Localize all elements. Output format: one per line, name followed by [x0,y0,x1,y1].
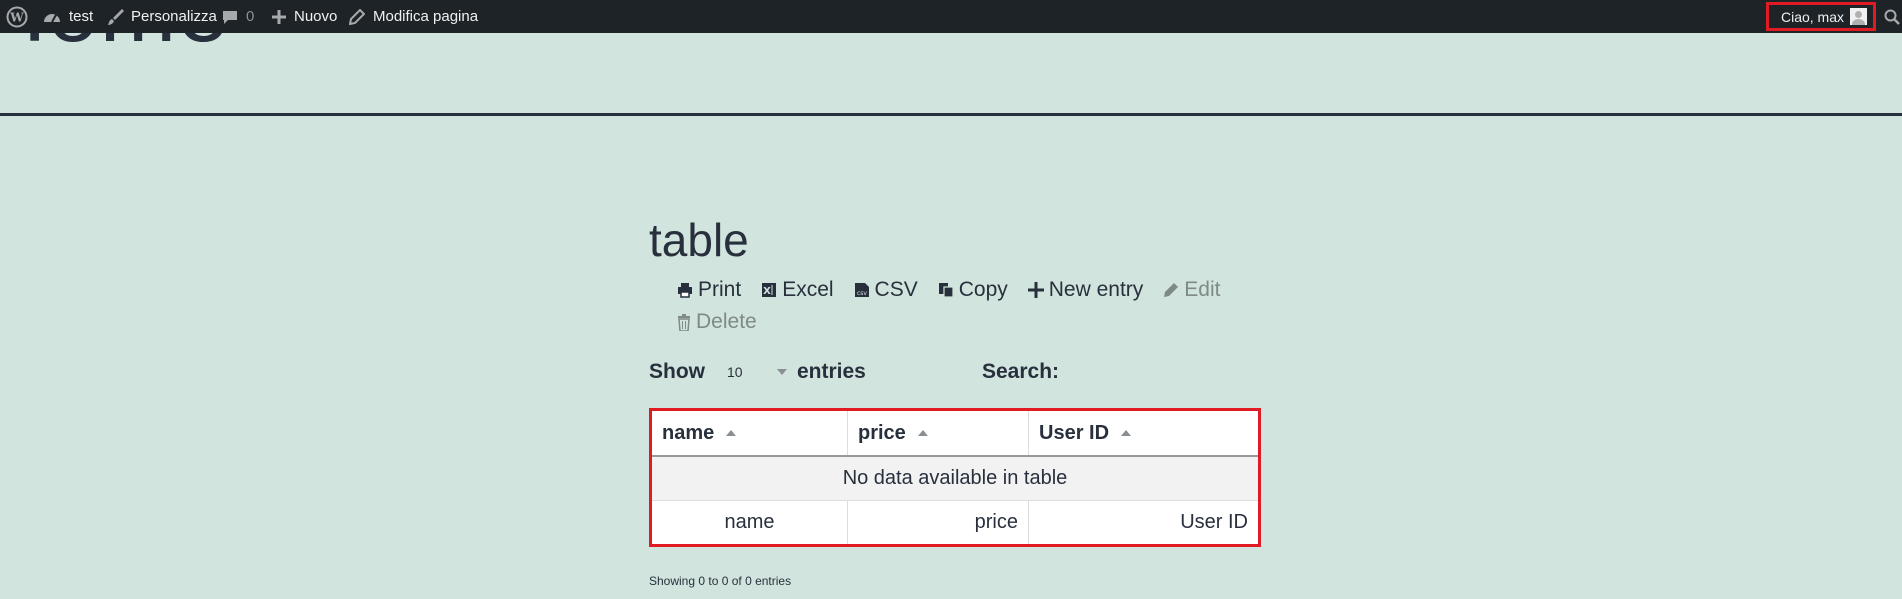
brush-icon [108,8,124,25]
table-toolbar-row-2: Delete [677,310,757,334]
plus-icon [1027,282,1044,298]
search-icon[interactable] [1884,0,1900,33]
empty-message: No data available in table [652,456,1258,501]
print-icon [678,283,692,298]
column-header-label: price [858,421,906,444]
new-entry-button[interactable]: New entry [1027,278,1144,302]
search-label: Search: [982,360,1060,383]
entries-length: Show 10 entries [649,360,866,384]
csv-icon: csv [854,283,869,297]
comment-icon [223,10,237,24]
comments-menu[interactable]: 0 [222,0,254,33]
csv-label: CSV [874,278,918,301]
column-header-user-id[interactable]: User ID [1028,411,1258,457]
table-header-row: name price User ID [652,411,1258,457]
svg-text:W: W [9,10,24,24]
avatar [1850,8,1867,25]
new-menu[interactable]: Nuovo [272,0,337,33]
greeting: Ciao, max [1780,8,1844,25]
new-label: Nuovo [294,8,338,25]
column-header-name[interactable]: name [652,411,848,457]
delete-button[interactable]: Delete [677,310,757,334]
wordpress-logo-icon[interactable]: W [6,0,28,33]
copy-button[interactable]: Copy [938,278,1008,302]
column-header-label: name [662,421,715,444]
comments-count: 0 [246,8,255,25]
entries-length-select[interactable]: 10 [727,364,787,380]
page-title: table [649,214,749,266]
table-footer-row: name price User ID [652,500,1258,544]
sort-asc-icon [1121,430,1132,437]
svg-text:X: X [763,286,771,297]
trash-icon [678,313,690,331]
print-button[interactable]: Print [677,278,741,302]
length-value: 10 [727,364,743,380]
column-header-label: User ID [1039,421,1110,444]
print-label: Print [698,278,742,301]
excel-icon: X [762,283,777,297]
customize-label: Personalizza [131,8,217,25]
footer-cell-price: price [847,500,1029,544]
dashboard-icon [44,13,60,22]
site-menu[interactable]: test [42,0,93,33]
new-entry-label: New entry [1048,278,1144,301]
excel-label: Excel [782,278,834,301]
csv-button[interactable]: csv CSV [854,278,918,302]
admin-bar: W test Personalizza 0 Nuovo Modifica pag… [0,0,1902,33]
data-table: name price User ID No data available in … [649,408,1261,547]
edit-page-menu[interactable]: Modifica pagina [349,0,478,33]
sort-asc-icon [917,430,928,437]
header-divider [0,113,1902,116]
excel-button[interactable]: X Excel [761,278,834,302]
my-account-menu[interactable]: Ciao, max [1766,2,1876,31]
footer-cell-name: name [652,500,848,544]
copy-icon [938,283,954,298]
table-toolbar: Print X Excel csv CSV Copy New entry Edi… [677,278,1220,302]
sort-asc-icon [726,430,737,437]
column-header-price[interactable]: price [847,411,1029,457]
edit-page-label: Modifica pagina [373,8,479,25]
plus-icon [272,9,286,24]
svg-text:csv: csv [857,290,867,297]
delete-label: Delete [696,310,757,333]
site-name: test [69,8,94,25]
copy-label: Copy [958,278,1008,301]
table-row: No data available in table [652,456,1258,501]
pencil-icon [349,8,365,25]
edit-label: Edit [1184,278,1221,301]
edit-button[interactable]: Edit [1163,278,1220,302]
chevron-down-icon [777,369,787,375]
pencil-icon [1164,283,1179,297]
customize-menu[interactable]: Personalizza [107,0,217,33]
entries-label: entries [797,360,866,383]
table-info: Showing 0 to 0 of 0 entries [649,574,792,588]
show-label: Show [649,360,705,383]
footer-cell-user-id: User ID [1180,511,1248,533]
